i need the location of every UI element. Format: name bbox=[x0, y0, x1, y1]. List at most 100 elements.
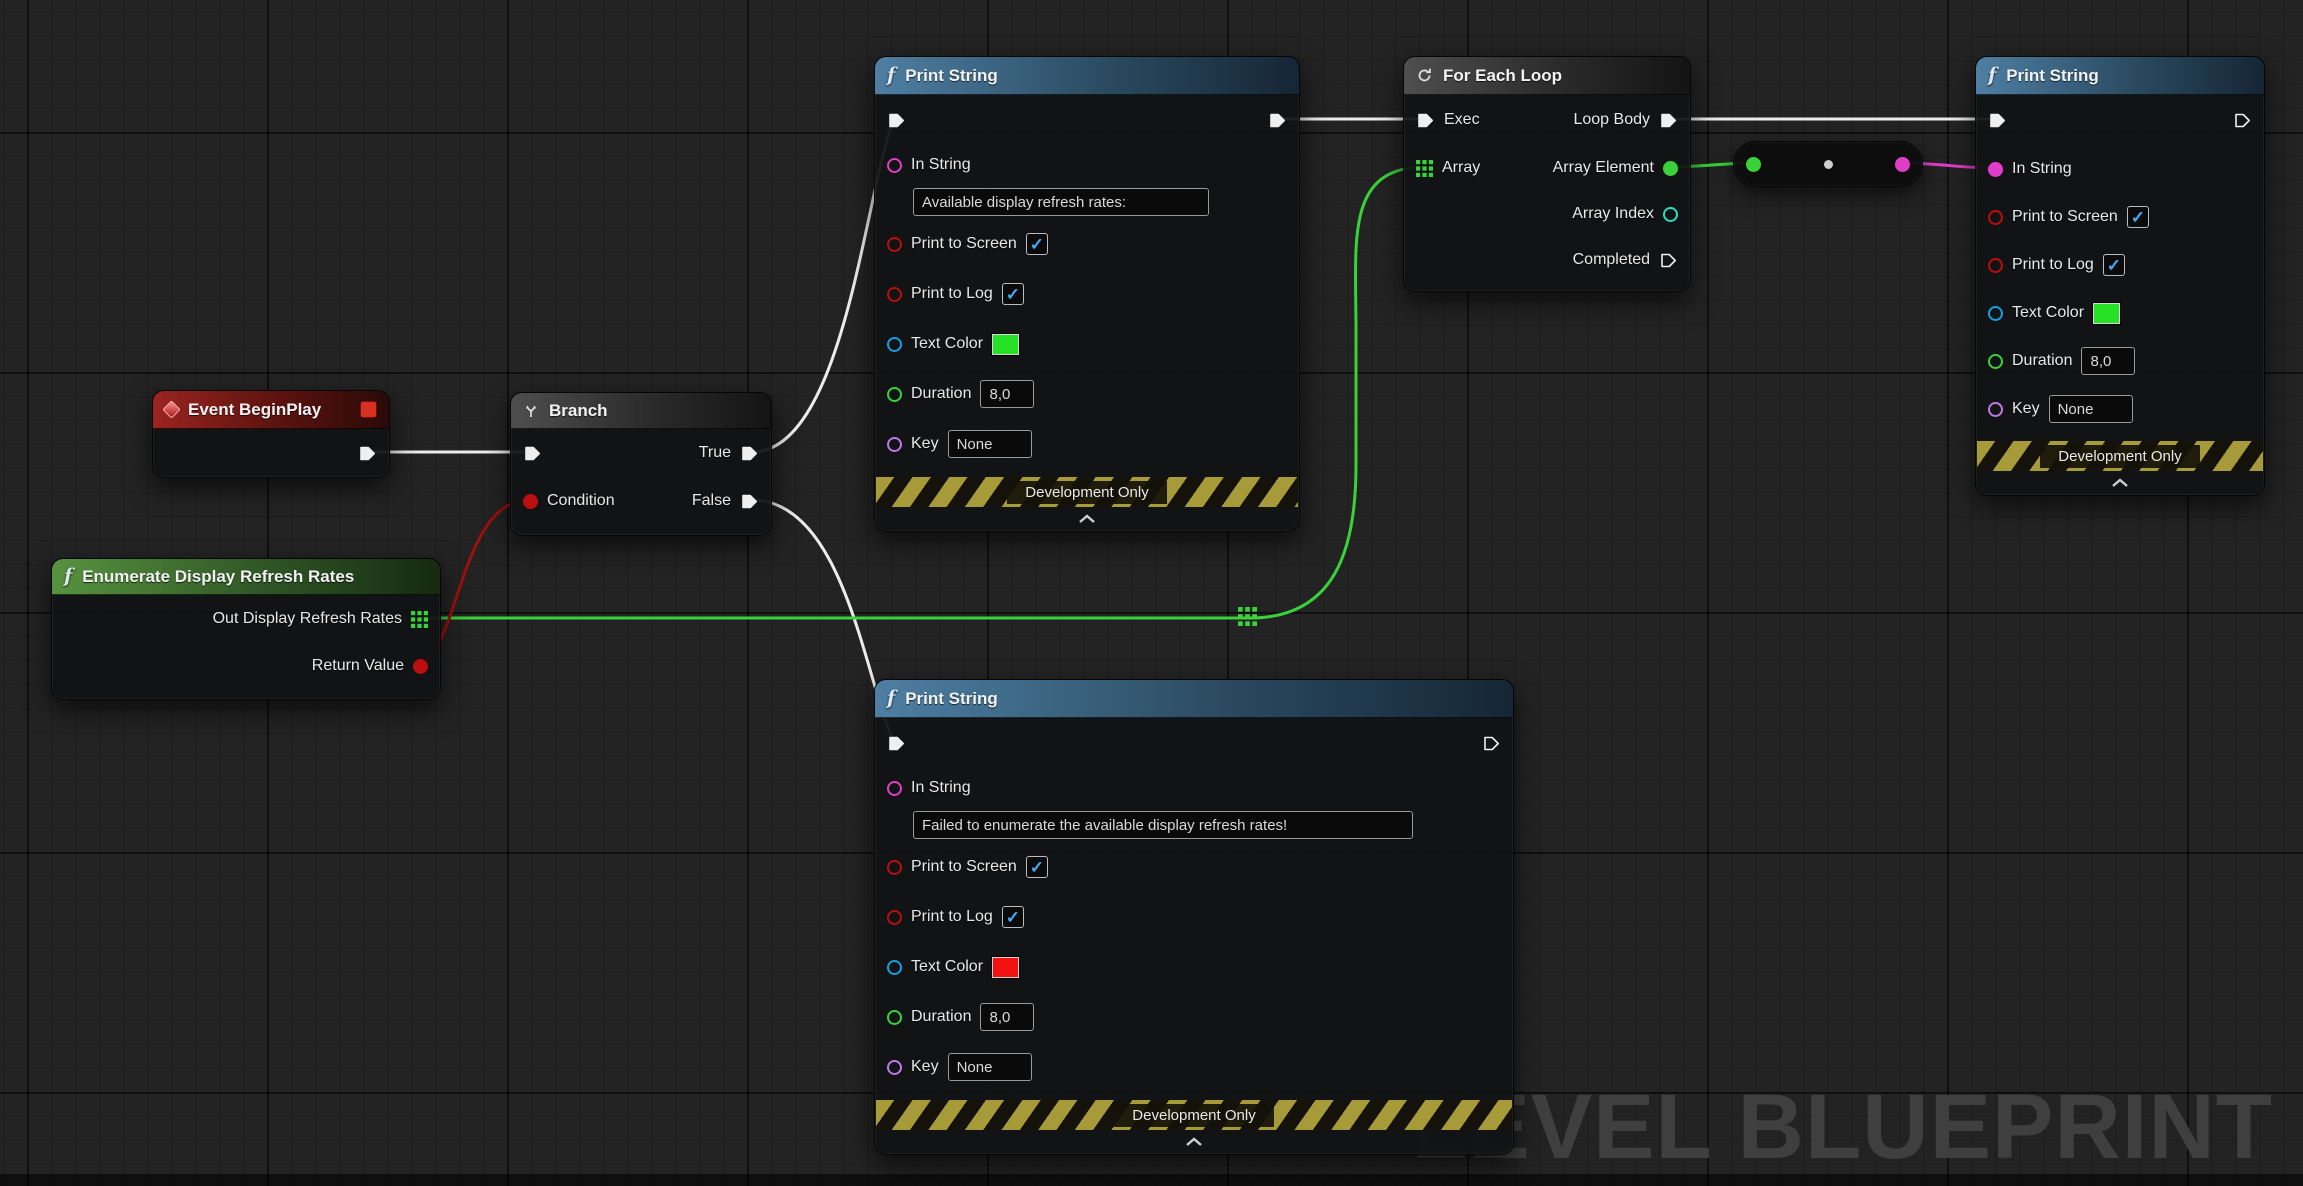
loop-body-exec-out-pin[interactable] bbox=[1659, 111, 1678, 130]
node-header[interactable]: Print String bbox=[1976, 57, 2264, 95]
duration-input[interactable] bbox=[980, 380, 1034, 408]
array-in-pin[interactable] bbox=[1416, 160, 1433, 177]
pin-label: Return Value bbox=[312, 657, 404, 675]
graph-canvas[interactable]: LEVEL BLUEPRINT Event BeginPlay bbox=[0, 0, 2303, 1186]
pin-label: Duration bbox=[911, 1008, 971, 1026]
true-exec-out-pin[interactable] bbox=[740, 444, 759, 463]
duration-pin[interactable] bbox=[887, 1010, 902, 1025]
pin-label: Text Color bbox=[2012, 304, 2084, 322]
exec-in-pin[interactable] bbox=[1416, 111, 1435, 130]
in-string-pin[interactable] bbox=[887, 781, 902, 796]
node-print-string-element[interactable]: Print String In String Print to Screen P… bbox=[1975, 56, 2265, 496]
print-to-log-pin[interactable] bbox=[1988, 258, 2003, 273]
key-pin[interactable] bbox=[887, 437, 902, 452]
exec-in-pin[interactable] bbox=[887, 734, 906, 753]
pin-row: Print to Log bbox=[1976, 241, 2264, 289]
function-icon bbox=[887, 689, 895, 708]
node-header[interactable]: For Each Loop bbox=[1404, 57, 1690, 95]
key-input[interactable] bbox=[2049, 395, 2133, 423]
node-header[interactable]: Event BeginPlay bbox=[153, 391, 389, 429]
collapse-chevron-icon[interactable] bbox=[2110, 478, 2130, 488]
key-input[interactable] bbox=[948, 430, 1032, 458]
print-to-screen-pin[interactable] bbox=[887, 860, 902, 875]
text-color-swatch[interactable] bbox=[2093, 303, 2120, 324]
node-header[interactable]: Branch bbox=[511, 393, 771, 429]
node-branch[interactable]: Branch True Condition False bbox=[510, 392, 772, 536]
node-header[interactable]: Print String bbox=[875, 57, 1299, 95]
array-element-pin[interactable] bbox=[1663, 161, 1678, 176]
pin-row: Print to Screen bbox=[875, 842, 1513, 892]
text-color-pin[interactable] bbox=[887, 337, 902, 352]
key-pin[interactable] bbox=[887, 1060, 902, 1075]
node-for-each-loop[interactable]: For Each Loop Exec Loop Body Array Array… bbox=[1403, 56, 1691, 292]
pin-row bbox=[875, 185, 1299, 219]
exec-out-pin[interactable] bbox=[358, 444, 377, 463]
duration-input[interactable] bbox=[2081, 347, 2135, 375]
exec-out-pin[interactable] bbox=[2233, 111, 2252, 130]
text-color-swatch[interactable] bbox=[992, 957, 1019, 978]
collapse-chevron-icon[interactable] bbox=[1184, 1137, 1204, 1147]
return-value-pin[interactable] bbox=[413, 659, 428, 674]
node-header[interactable]: Enumerate Display Refresh Rates bbox=[52, 559, 440, 595]
array-reroute-node[interactable] bbox=[1238, 607, 1257, 631]
pin-row: Key bbox=[875, 419, 1299, 469]
condition-pin[interactable] bbox=[523, 494, 538, 509]
pin-label: Duration bbox=[2012, 352, 2072, 370]
text-color-pin[interactable] bbox=[1988, 306, 2003, 321]
node-print-string-failed[interactable]: Print String In String Print to Screen P… bbox=[874, 679, 1514, 1155]
conversion-dot-icon bbox=[1824, 160, 1833, 169]
pin-row: In String bbox=[1976, 145, 2264, 193]
in-string-pin[interactable] bbox=[887, 158, 902, 173]
exec-in-pin[interactable] bbox=[523, 444, 542, 463]
in-string-pin[interactable] bbox=[1988, 162, 2003, 177]
exec-out-pin[interactable] bbox=[1482, 734, 1501, 753]
text-color-swatch[interactable] bbox=[992, 334, 1019, 355]
function-icon bbox=[64, 567, 72, 586]
node-header[interactable]: Print String bbox=[875, 680, 1513, 718]
print-to-screen-pin[interactable] bbox=[1988, 210, 2003, 225]
print-to-log-checkbox[interactable] bbox=[2103, 254, 2125, 276]
text-color-pin[interactable] bbox=[887, 960, 902, 975]
exec-in-pin[interactable] bbox=[1988, 111, 2007, 130]
node-print-string-available[interactable]: Print String In String Print to Screen P… bbox=[874, 56, 1300, 532]
node-event-beginplay[interactable]: Event BeginPlay bbox=[152, 390, 390, 478]
wire-exec-false-to-print[interactable] bbox=[752, 500, 894, 742]
wire-exec-true-to-print[interactable] bbox=[752, 119, 894, 452]
print-to-screen-checkbox[interactable] bbox=[2127, 206, 2149, 228]
conversion-in-pin[interactable] bbox=[1746, 157, 1761, 172]
pin-label: In String bbox=[2012, 160, 2072, 178]
print-to-log-pin[interactable] bbox=[887, 287, 902, 302]
exec-out-pin[interactable] bbox=[1268, 111, 1287, 130]
duration-pin[interactable] bbox=[887, 387, 902, 402]
false-exec-out-pin[interactable] bbox=[740, 492, 759, 511]
function-icon bbox=[1988, 66, 1996, 85]
key-input[interactable] bbox=[948, 1053, 1032, 1081]
out-array-pin[interactable] bbox=[411, 611, 428, 628]
exec-in-pin[interactable] bbox=[887, 111, 906, 130]
node-title: Print String bbox=[2006, 66, 2099, 86]
duration-pin[interactable] bbox=[1988, 354, 2003, 369]
pin-row: Text Color bbox=[875, 942, 1513, 992]
pin-label: Print to Log bbox=[911, 908, 993, 926]
print-to-log-pin[interactable] bbox=[887, 910, 902, 925]
duration-input[interactable] bbox=[980, 1003, 1034, 1031]
conversion-node-float-to-string[interactable] bbox=[1733, 141, 1923, 187]
print-to-screen-pin[interactable] bbox=[887, 237, 902, 252]
array-reroute-pin[interactable] bbox=[1238, 607, 1257, 626]
key-pin[interactable] bbox=[1988, 402, 2003, 417]
array-index-pin[interactable] bbox=[1663, 207, 1678, 222]
pin-row bbox=[875, 808, 1513, 842]
collapse-chevron-icon[interactable] bbox=[1077, 514, 1097, 524]
pin-row bbox=[875, 95, 1299, 145]
pin-row bbox=[1976, 95, 2264, 145]
node-enumerate-display-refresh-rates[interactable]: Enumerate Display Refresh Rates Out Disp… bbox=[51, 558, 441, 700]
print-to-screen-checkbox[interactable] bbox=[1026, 233, 1048, 255]
conversion-out-pin[interactable] bbox=[1895, 157, 1910, 172]
print-to-screen-checkbox[interactable] bbox=[1026, 856, 1048, 878]
in-string-input[interactable] bbox=[913, 188, 1209, 216]
node-title: Branch bbox=[549, 401, 608, 421]
in-string-input[interactable] bbox=[913, 811, 1413, 839]
print-to-log-checkbox[interactable] bbox=[1002, 906, 1024, 928]
completed-exec-out-pin[interactable] bbox=[1659, 251, 1678, 270]
print-to-log-checkbox[interactable] bbox=[1002, 283, 1024, 305]
